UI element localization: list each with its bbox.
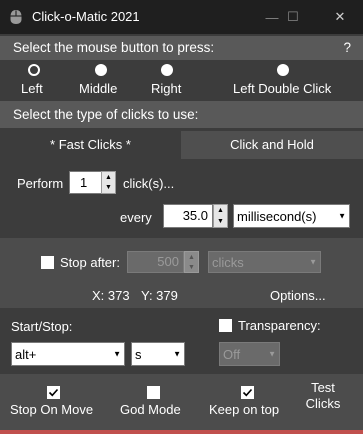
keep-on-top-checkbox[interactable]	[241, 386, 254, 399]
chevron-down-icon: ▼	[338, 211, 346, 221]
transparency-label[interactable]: Transparency:	[238, 318, 321, 333]
mouse-button-header: Select the mouse button to press: ?	[0, 36, 363, 60]
stop-after-unit-value: clicks	[212, 254, 244, 270]
checkmark-icon	[242, 388, 253, 397]
keep-on-top-label[interactable]: Keep on top	[209, 402, 279, 417]
god-mode-checkbox[interactable]	[147, 386, 160, 399]
tab-fast-clicks[interactable]: * Fast Clicks *	[0, 131, 181, 159]
interval-stepper[interactable]: ▲ ▼	[213, 204, 228, 228]
interval-unit-select[interactable]: millisecond(s) ▼	[233, 204, 350, 228]
help-button[interactable]: ?	[343, 36, 351, 60]
radio-left-label[interactable]: Left	[21, 81, 43, 96]
hotkey-key-value: s	[135, 346, 142, 362]
hotkey-key-select[interactable]: s ▼	[131, 342, 185, 366]
tab-click-and-hold[interactable]: Click and Hold	[181, 131, 363, 159]
chevron-down-icon: ▼	[268, 349, 276, 359]
stop-after-count-input: 500	[127, 251, 184, 273]
hotkey-modifier-value: alt+	[15, 346, 37, 362]
stop-after-count-value: 500	[157, 254, 179, 269]
title-bar: Click-o-Matic 2021 — ☐ ✕	[0, 0, 363, 34]
radio-middle[interactable]	[95, 64, 107, 76]
chevron-down-icon[interactable]: ▼	[102, 183, 115, 194]
coord-x: X: 373	[92, 288, 130, 303]
hotkey-modifier-select[interactable]: alt+ ▼	[11, 342, 125, 366]
stop-after-stepper: ▲ ▼	[184, 251, 199, 273]
radio-left[interactable]	[28, 64, 40, 76]
stop-after-label[interactable]: Stop after:	[60, 255, 120, 270]
start-stop-label: Start/Stop:	[11, 319, 73, 334]
stop-after-checkbox[interactable]	[41, 256, 54, 269]
radio-right[interactable]	[161, 64, 173, 76]
stop-on-move-label[interactable]: Stop On Move	[10, 402, 93, 417]
interval-input[interactable]: 35.0	[163, 204, 213, 228]
chevron-down-icon: ▼	[173, 349, 181, 359]
chevron-up-icon[interactable]: ▲	[102, 172, 115, 183]
chevron-down-icon: ▼	[113, 349, 121, 359]
window-title: Click-o-Matic 2021	[32, 9, 140, 24]
click-type-header-text: Select the type of clicks to use:	[13, 107, 199, 122]
transparency-checkbox[interactable]	[219, 319, 232, 332]
maximize-button[interactable]: ☐	[276, 0, 310, 34]
perform-label: Perform	[17, 176, 64, 191]
god-mode-label[interactable]: God Mode	[120, 402, 181, 417]
radio-left-double-click-label[interactable]: Left Double Click	[233, 81, 331, 96]
coord-y: Y: 379	[141, 288, 178, 303]
chevron-up-icon: ▲	[188, 253, 195, 261]
every-label: every	[120, 210, 152, 225]
chevron-up-icon[interactable]: ▲	[214, 205, 227, 216]
transparency-select: Off ▼	[219, 342, 280, 366]
chevron-down-icon: ▼	[188, 263, 195, 271]
app-icon	[8, 9, 24, 25]
stop-after-unit-select: clicks ▼	[208, 251, 321, 273]
bottom-accent-bar	[0, 430, 363, 434]
click-count-stepper[interactable]: ▲ ▼	[101, 171, 116, 194]
radio-middle-label[interactable]: Middle	[79, 81, 117, 96]
test-clicks-button[interactable]: Test Clicks	[296, 380, 350, 412]
click-count-input[interactable]: 1	[69, 171, 104, 194]
checkmark-icon	[48, 388, 59, 397]
options-link[interactable]: Options...	[270, 288, 326, 303]
click-type-header: Select the type of clicks to use:	[0, 101, 363, 128]
test-clicks-line1: Test	[311, 380, 335, 395]
radio-left-double-click[interactable]	[277, 64, 289, 76]
transparency-value: Off	[223, 346, 241, 362]
mouse-button-header-text: Select the mouse button to press:	[13, 40, 215, 55]
interval-unit-value: millisecond(s)	[237, 208, 317, 224]
clicks-suffix-label: click(s)...	[123, 176, 175, 191]
chevron-down-icon: ▼	[309, 257, 317, 267]
radio-right-label[interactable]: Right	[151, 81, 181, 96]
chevron-down-icon[interactable]: ▼	[214, 216, 227, 227]
test-clicks-line2: Clicks	[305, 396, 341, 411]
close-button[interactable]: ✕	[323, 0, 357, 34]
stop-on-move-checkbox[interactable]	[47, 386, 60, 399]
